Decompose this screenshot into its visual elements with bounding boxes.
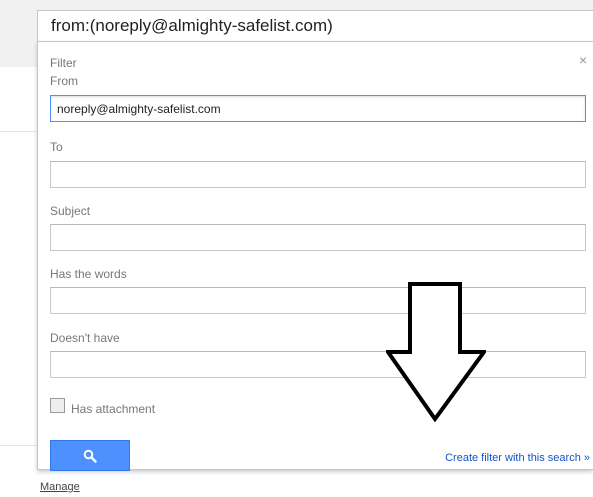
create-filter-link[interactable]: Create filter with this search »	[445, 452, 590, 464]
manage-link[interactable]: Manage	[40, 481, 80, 493]
has-attachment-checkbox[interactable]	[50, 398, 65, 413]
search-icon	[83, 449, 97, 463]
filter-panel: Filter × From To Subject Has the words D…	[37, 41, 593, 471]
to-field[interactable]	[50, 161, 586, 188]
has-words-label: Has the words	[50, 267, 127, 281]
subject-field[interactable]	[50, 224, 586, 251]
down-arrow-icon	[386, 282, 486, 422]
close-icon[interactable]: ×	[579, 52, 587, 68]
subject-label: Subject	[50, 204, 91, 218]
from-label: From	[50, 74, 78, 88]
search-button[interactable]	[50, 440, 130, 471]
doesnt-have-field[interactable]	[50, 351, 586, 378]
doesnt-have-label: Doesn't have	[50, 331, 120, 345]
panel-title: Filter	[50, 56, 77, 70]
has-attachment-label: Has attachment	[71, 402, 156, 416]
to-label: To	[50, 140, 63, 154]
divider	[0, 131, 40, 132]
search-input[interactable]: from:(noreply@almighty-safelist.com)	[37, 10, 593, 42]
divider	[0, 445, 40, 446]
has-words-field[interactable]	[50, 287, 586, 314]
from-field[interactable]	[50, 95, 586, 122]
